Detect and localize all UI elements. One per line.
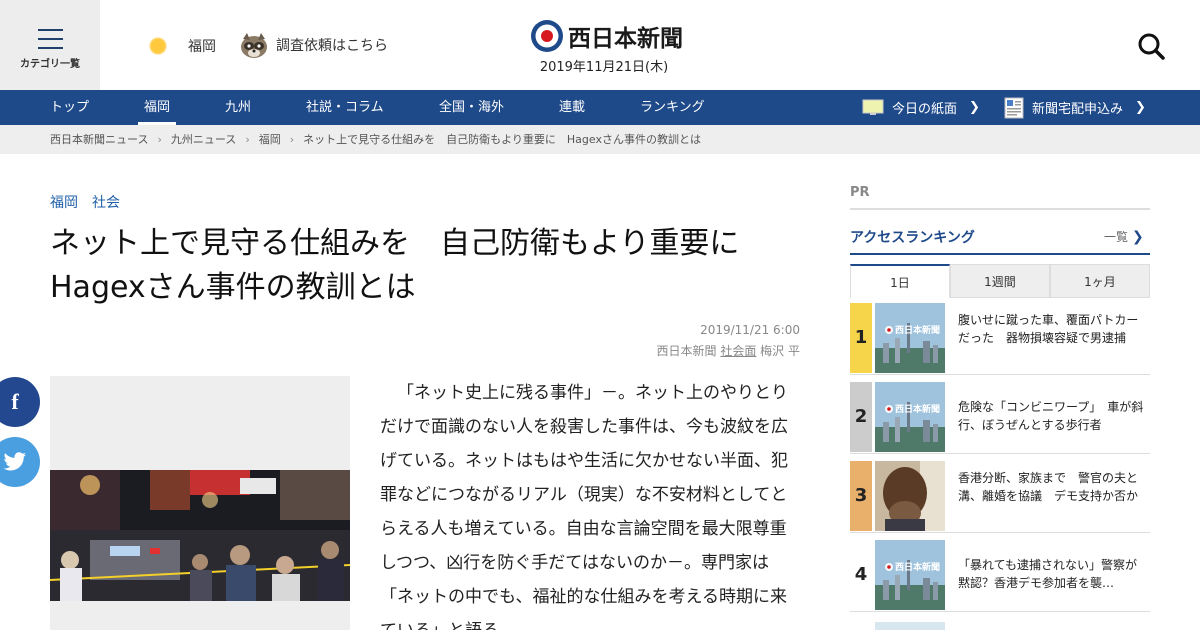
section-link[interactable]: 社会面: [720, 344, 756, 358]
request-link[interactable]: 調査依頼はこちら: [238, 30, 388, 60]
chevron-right-icon: ❯: [1135, 100, 1146, 115]
nav-item-top[interactable]: トップ: [50, 90, 89, 125]
ranking-item[interactable]: 3 香港分断、家族まで 警官の夫と溝、離婚を協議 デモ支持か否か: [850, 461, 1150, 533]
hamburger-icon: [38, 29, 63, 49]
ranking-more-label: 一覧: [1104, 230, 1129, 244]
article-datetime: 2019/11/21 6:00: [700, 323, 800, 337]
chevron-right-icon: ›: [289, 133, 295, 146]
tag-link[interactable]: 福岡: [50, 195, 78, 211]
tab-1day[interactable]: 1日: [850, 264, 950, 298]
ranking-thumbnail: [875, 461, 945, 531]
ranking-thumbnail: 西日本新聞: [875, 540, 945, 610]
site-logo[interactable]: 西日本新聞: [530, 19, 683, 53]
article-tags: 福岡 社会: [50, 192, 134, 212]
ranking-tabs: 1日 1週間 1ヶ月: [850, 264, 1150, 298]
nav-item-kyushu[interactable]: 九州: [225, 90, 251, 125]
header-date: 2019年11月21日(木): [539, 60, 669, 75]
article-photo: [50, 470, 350, 601]
category-menu-label: カテゴリ一覧: [20, 59, 80, 70]
rank-number: 3: [850, 461, 872, 531]
main-nav: トップ 福岡 九州 社説・コラム 全国・海外 連載 ランキング 今日の紙面 ❯ …: [0, 90, 1200, 125]
ranking-item[interactable]: 1 西日本新聞 腹いせに蹴った車、覆面パトカーだった 器物損壊容疑で男逮捕: [850, 303, 1150, 375]
ranking-headline: 腹いせに蹴った車、覆面パトカーだった 器物損壊容疑で男逮捕: [958, 313, 1139, 345]
ranking-item[interactable]: 2 西日本新聞 危険な「コンビニワープ」 車が斜行、ぼうぜんとする歩行者: [850, 382, 1150, 454]
breadcrumb-item[interactable]: 西日本新聞ニュース: [50, 133, 148, 146]
chevron-right-icon: ›: [157, 133, 162, 146]
weather-widget[interactable]: 福岡: [148, 36, 216, 56]
chevron-right-icon: ❯: [1132, 229, 1144, 245]
weather-city: 福岡: [188, 39, 216, 55]
chevron-right-icon: ❯: [969, 100, 980, 115]
search-icon[interactable]: [1137, 32, 1165, 60]
site-header: カテゴリ一覧 福岡 調査依頼はこちら 西日本新聞 2019年11月21日(木): [0, 0, 1200, 90]
breadcrumb: 西日本新聞ニュース › 九州ニュース › 福岡 › ネット上で見守る仕組みを 自己防衛もより…: [0, 125, 1200, 154]
ranking-headline: 香港分断、家族まで 警官の夫と溝、離婚を協議 デモ支持か否か: [958, 471, 1139, 503]
newspaper-icon: [1004, 97, 1024, 118]
article-title: ネット上で見守る仕組みを 自己防衛もより重要に Hagexさん事件の教訓とは: [50, 226, 770, 305]
ranking-thumbnail: 西日本新聞: [875, 303, 945, 373]
twitter-icon: [3, 452, 27, 471]
logo-mark-icon: [531, 20, 563, 52]
svg-text:西日本新聞: 西日本新聞: [895, 561, 940, 573]
monitor-icon: [862, 99, 884, 115]
svg-text:西日本新聞: 西日本新聞: [895, 403, 940, 415]
sun-icon: [148, 36, 168, 56]
ranking-headline: 危険な「コンビニワープ」 車が斜行、ぼうぜんとする歩行者: [958, 400, 1144, 432]
divider: [850, 253, 1150, 255]
nav-item-editorial[interactable]: 社説・コラム: [306, 90, 384, 125]
twitter-share-button[interactable]: [0, 437, 40, 487]
tanuki-icon: [241, 33, 267, 58]
nav-item-fukuoka[interactable]: 福岡: [137, 90, 177, 125]
article-body: 「ネット史上に残る事件」－。ネット上のやりとりだけで面識のない人を殺害した事件は…: [380, 383, 788, 630]
article-photo-frame[interactable]: [50, 376, 350, 630]
subscribe-label: 新聞宅配申込み: [1032, 102, 1124, 117]
nav-item-national[interactable]: 全国・海外: [439, 90, 504, 125]
category-menu-button[interactable]: カテゴリ一覧: [0, 0, 100, 90]
rank-number: 4: [850, 540, 872, 610]
ranking-thumbnail-partial: [875, 622, 945, 630]
facebook-icon: f: [11, 389, 19, 414]
ranking-item[interactable]: 4 西日本新聞 「暴れても逮捕されない」警察が黙認？香港デモ参加者を襲…: [850, 540, 1150, 612]
chevron-right-icon: ›: [245, 133, 250, 146]
rank-number: 1: [850, 303, 872, 373]
tab-1month[interactable]: 1ヶ月: [1050, 264, 1150, 298]
logo-text: 西日本新聞: [568, 25, 683, 52]
nav-item-series[interactable]: 連載: [559, 90, 585, 125]
ranking-title: アクセスランキング: [850, 230, 975, 246]
article-author: 梅沢 平: [760, 344, 800, 358]
svg-text:西日本新聞: 西日本新聞: [895, 324, 940, 336]
todays-paper-label: 今日の紙面: [892, 102, 958, 117]
facebook-share-button[interactable]: f: [0, 377, 40, 427]
todays-paper-link[interactable]: 今日の紙面 ❯: [862, 90, 980, 125]
request-link-label: 調査依頼はこちら: [276, 38, 388, 54]
tag-link[interactable]: 社会: [92, 195, 120, 211]
subscribe-link[interactable]: 新聞宅配申込み ❯: [1004, 90, 1146, 125]
breadcrumb-item[interactable]: 福岡: [259, 133, 281, 146]
divider: [850, 208, 1150, 210]
article-publisher: 西日本新聞: [656, 344, 717, 358]
ranking-headline: 「暴れても逮捕されない」警察が黙認？香港デモ参加者を襲…: [958, 558, 1138, 590]
breadcrumb-item[interactable]: 九州ニュース: [171, 133, 236, 146]
ranking-more-link[interactable]: 一覧 ❯: [1104, 228, 1144, 245]
pr-label: PR: [850, 185, 870, 200]
ranking-thumbnail: 西日本新聞: [875, 382, 945, 452]
tab-1week[interactable]: 1週間: [950, 264, 1050, 298]
breadcrumb-current: ネット上で見守る仕組みを 自己防衛もより重要に Hagexさん事件の教訓とは: [303, 133, 701, 146]
nav-item-ranking[interactable]: ランキング: [640, 90, 705, 125]
article-meta: 2019/11/21 6:00 西日本新聞 社会面 梅沢 平: [656, 320, 800, 362]
rank-number: 2: [850, 382, 872, 452]
